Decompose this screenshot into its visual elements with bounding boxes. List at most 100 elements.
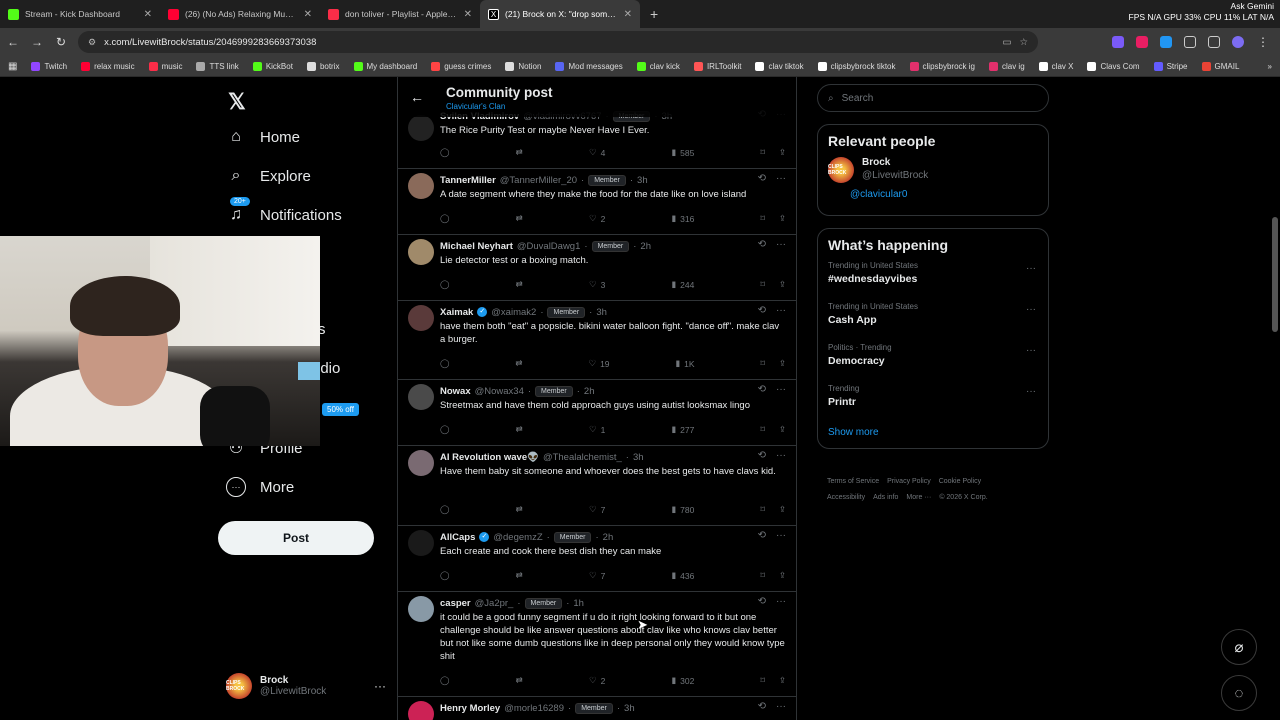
trend-item[interactable]: Trending in United States #wednesdayvibes… [818, 261, 1048, 302]
post-time[interactable]: 2h [584, 386, 595, 397]
views-button[interactable]: ▮ 436 [671, 570, 694, 581]
nav-notifications[interactable]: ♫ 20+ Notifications [226, 197, 342, 225]
account-switcher[interactable]: CLIPS BROCK Brock @LivewitBrock ··· [226, 673, 386, 699]
reply-post[interactable]: casper @Ja2pr_ · Member · 1h it could be a goo… [398, 592, 796, 697]
views-button[interactable]: ▮ 780 [671, 504, 694, 515]
more-dots-icon[interactable]: ··· [776, 596, 786, 607]
forward-icon[interactable]: → [30, 35, 44, 49]
more-dots-icon[interactable]: ··· [1026, 263, 1036, 274]
address-bar[interactable]: ⚙ x.com/LivewitBrock/status/204699928366… [78, 31, 1038, 53]
more-dots-icon[interactable]: ··· [776, 173, 786, 184]
repost-button[interactable]: ⇄ [516, 504, 523, 515]
like-button[interactable]: ♡ 7 [589, 570, 605, 581]
bookmark-icon[interactable]: ⌑ [761, 675, 765, 686]
bookmark-icon[interactable]: ⌑ [761, 570, 765, 581]
share-icon[interactable]: ⇪ [779, 147, 786, 158]
repost-button[interactable]: ⇄ [516, 570, 523, 581]
grok-explain-icon[interactable]: ⟲ [758, 384, 766, 395]
trend-item[interactable]: Trending Printr ··· [818, 384, 1048, 425]
author-name[interactable]: casper [440, 598, 471, 609]
trend-item[interactable]: Trending in United States Cash App ··· [818, 302, 1048, 343]
browser-tab[interactable]: (26) (No Ads) Relaxing Music Fo ✕ [160, 0, 320, 28]
bookmark-item[interactable]: My dashboard [353, 61, 417, 71]
share-icon[interactable]: ⇪ [779, 279, 786, 290]
author-name[interactable]: AllCaps [440, 532, 475, 543]
more-dots-icon[interactable]: ··· [1026, 386, 1036, 397]
reply-post[interactable]: Xaimak ✓ @xaimak2 · Member · 3h have them both … [398, 301, 796, 380]
repost-button[interactable]: ⇄ [516, 279, 523, 290]
reply-post[interactable]: Henry Morley @morle16289 · Member · 3h ⟲ ··· [398, 697, 796, 720]
reply-button[interactable]: ◯ [440, 675, 450, 686]
bookmark-item[interactable]: botrix [306, 61, 340, 71]
like-button[interactable]: ♡ 2 [589, 213, 605, 224]
bookmark-item[interactable]: Notion [505, 61, 541, 71]
like-button[interactable]: ♡ 2 [589, 675, 605, 686]
extensions-puzzle-icon[interactable] [1184, 36, 1196, 48]
avatar[interactable] [408, 173, 434, 199]
avatar[interactable] [408, 530, 434, 556]
post-time[interactable]: 3h [596, 307, 607, 318]
author-name[interactable]: Michael Neyhart [440, 241, 513, 252]
share-icon[interactable]: ⇪ [779, 504, 786, 515]
like-button[interactable]: ♡ 1 [589, 424, 605, 435]
browser-tab-active[interactable]: X (21) Brock on X: "drop some ch ✕ [480, 0, 640, 28]
post-time[interactable]: 1h [573, 598, 584, 609]
scrollbar[interactable] [1272, 217, 1278, 332]
bookmark-item[interactable]: guess crimes [431, 61, 491, 71]
share-icon[interactable]: ⇪ [779, 570, 786, 581]
close-tab-icon[interactable]: ✕ [304, 9, 312, 20]
more-dots-icon[interactable]: ··· [776, 450, 786, 461]
back-arrow-icon[interactable]: ← [410, 89, 424, 105]
grok-explain-icon[interactable]: ⟲ [758, 530, 766, 541]
bookmark-item[interactable]: GMAIL [1201, 61, 1239, 71]
avatar[interactable] [408, 450, 434, 476]
premium-discount-badge[interactable]: 50% off [322, 403, 359, 416]
bookmarks-overflow-icon[interactable]: » [1268, 62, 1272, 71]
like-button[interactable]: ♡ 3 [589, 279, 605, 290]
bookmark-item[interactable]: clipsbybrock ig [909, 61, 975, 71]
reply-button[interactable]: ◯ [440, 424, 450, 435]
post-time[interactable]: 3h [624, 703, 635, 714]
repost-button[interactable]: ⇄ [516, 213, 523, 224]
share-icon[interactable]: ⇪ [779, 424, 786, 435]
author-name[interactable]: Nowax [440, 386, 471, 397]
more-dots-icon[interactable]: ··· [1026, 304, 1036, 315]
views-button[interactable]: ▮ 277 [671, 424, 694, 435]
bookmark-item[interactable]: clav tiktok [755, 61, 804, 71]
trend-item[interactable]: Politics · Trending Democracy ··· [818, 343, 1048, 384]
repost-button[interactable]: ⇄ [516, 147, 523, 158]
browser-tab[interactable]: don toliver - Playlist - Apple Mu ✕ [320, 0, 480, 28]
reply-button[interactable]: ◯ [440, 147, 450, 158]
footer-link[interactable]: © 2026 X Corp. [939, 494, 987, 501]
x-logo-icon[interactable]: 𝕏 [228, 89, 246, 115]
post-time[interactable]: 3h [637, 175, 648, 186]
avatar[interactable] [408, 239, 434, 265]
bookmark-item[interactable]: clav kick [636, 61, 680, 71]
grok-explain-icon[interactable]: ⟲ [758, 305, 766, 316]
extension-icon[interactable] [1112, 36, 1124, 48]
community-link[interactable]: Clavicular's Clan [446, 102, 505, 111]
repost-button[interactable]: ⇄ [516, 424, 523, 435]
show-more-link[interactable]: Show more [818, 425, 1048, 448]
avatar[interactable] [408, 596, 434, 622]
bookmark-icon[interactable]: ⌑ [761, 147, 765, 158]
site-info-icon[interactable]: ⚙ [88, 37, 96, 48]
grok-explain-icon[interactable]: ⟲ [758, 173, 766, 184]
menu-kebab-icon[interactable]: ⋮ [1256, 35, 1270, 49]
share-icon[interactable]: ⇪ [779, 213, 786, 224]
footer-link[interactable]: Terms of Service [827, 478, 879, 485]
close-tab-icon[interactable]: ✕ [624, 9, 632, 20]
reply-button[interactable]: ◯ [440, 570, 450, 581]
post-button[interactable]: Post [218, 521, 374, 555]
more-dots-icon[interactable]: ··· [776, 384, 786, 395]
search-input[interactable]: ⌕ Search [817, 84, 1049, 112]
grok-explain-icon[interactable]: ⟲ [758, 239, 766, 250]
views-button[interactable]: ▮ 1K [675, 358, 694, 369]
footer-link[interactable]: Cookie Policy [939, 478, 981, 485]
author-name[interactable]: Xaimak [440, 307, 473, 318]
avatar[interactable] [408, 115, 434, 141]
reply-post[interactable]: AllCaps ✓ @degemzZ · Member · 2h Each create an… [398, 526, 796, 592]
close-tab-icon[interactable]: ✕ [464, 9, 472, 20]
avatar[interactable] [408, 701, 434, 720]
profile-avatar-icon[interactable] [1232, 36, 1244, 48]
